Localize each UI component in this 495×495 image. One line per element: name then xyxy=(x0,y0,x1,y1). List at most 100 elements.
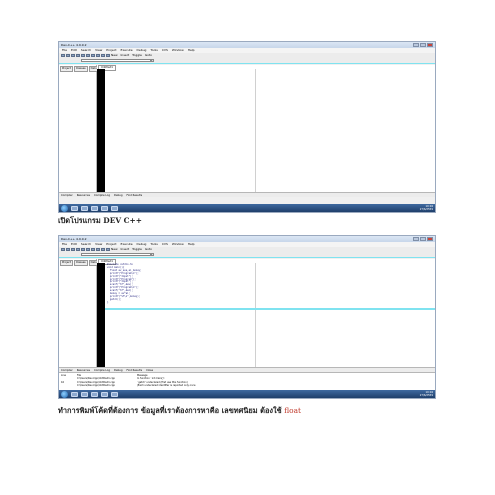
right-margin-line xyxy=(255,263,256,367)
menu-search[interactable]: Search xyxy=(81,242,91,247)
start-orb-icon[interactable] xyxy=(61,204,68,212)
devcpp-icon[interactable] xyxy=(111,205,118,211)
menu-file[interactable]: File xyxy=(62,48,67,53)
code-editor[interactable]: Untitled1 xyxy=(97,65,435,192)
menu-help[interactable]: Help xyxy=(188,48,195,53)
tab-find-results[interactable]: Find Results xyxy=(126,193,144,197)
windows-taskbar: 10:04 27/6/2559 xyxy=(59,390,435,398)
tab-debug-output[interactable]: Debug xyxy=(113,193,124,197)
compile-icon[interactable] xyxy=(91,53,95,58)
caption-open-devcpp: เปิดโปรแกรม DEV C++ xyxy=(58,216,142,225)
save-icon[interactable] xyxy=(71,247,75,252)
minimize-icon[interactable] xyxy=(413,237,419,241)
tab-project[interactable]: Project xyxy=(60,260,73,266)
class-combo[interactable] xyxy=(81,252,151,257)
toolbar-toggle[interactable]: Toggle xyxy=(132,53,142,58)
open-icon[interactable] xyxy=(66,53,70,58)
tab-compile-log[interactable]: Compile Log xyxy=(93,193,111,197)
print-icon[interactable] xyxy=(86,53,90,58)
save-all-icon[interactable] xyxy=(76,247,80,252)
maximize-icon[interactable] xyxy=(420,43,426,47)
side-tabs: Project Classes Debug xyxy=(59,65,102,73)
clock-date: 27/6/2559 xyxy=(419,208,433,211)
toolbar-insert[interactable]: Insert xyxy=(121,247,130,252)
side-tabs: Project Classes Debug xyxy=(59,259,102,267)
media-icon[interactable] xyxy=(91,391,98,397)
toolbar-insert[interactable]: Insert xyxy=(121,53,130,58)
tab-compiler[interactable]: Compiler xyxy=(60,193,74,197)
toolbar-new[interactable]: New xyxy=(111,53,118,58)
toolbar-toggle[interactable]: Toggle xyxy=(132,247,142,252)
minimize-icon[interactable] xyxy=(413,43,419,47)
tab-resources[interactable]: Resources xyxy=(76,193,91,197)
run-icon[interactable] xyxy=(96,53,100,58)
accent-divider xyxy=(59,63,435,64)
ie-icon[interactable] xyxy=(71,205,78,211)
caption-text: ทำการพิมพ์โค้ดที่ต้องการ ข้อมูลที่เราต้อ… xyxy=(58,406,282,415)
menu-cvs[interactable]: CVS xyxy=(162,48,168,53)
maximize-icon[interactable] xyxy=(420,237,426,241)
menu-window[interactable]: Window xyxy=(172,48,184,53)
save-icon[interactable] xyxy=(71,53,75,58)
tab-classes[interactable]: Classes xyxy=(73,260,88,266)
devcpp-icon[interactable] xyxy=(111,391,118,397)
code-line: } xyxy=(107,300,109,304)
new-file-icon[interactable] xyxy=(61,53,65,58)
app-icon[interactable] xyxy=(101,391,108,397)
open-icon[interactable] xyxy=(66,247,70,252)
menu-search[interactable]: Search xyxy=(81,48,91,53)
devcpp-screenshot-2: Dev-C++ 4.9.9.2 File Edit Search View Pr… xyxy=(58,235,436,399)
source-code: #include <stdio.h> void main(){ float av… xyxy=(107,263,142,305)
media-icon[interactable] xyxy=(91,205,98,211)
menu-window[interactable]: Window xyxy=(172,242,184,247)
compile-run-icon[interactable] xyxy=(101,247,105,252)
window-controls xyxy=(413,43,433,47)
tab-project[interactable]: Project xyxy=(60,66,73,72)
new-file-icon[interactable] xyxy=(61,247,65,252)
run-icon[interactable] xyxy=(96,247,100,252)
menu-help[interactable]: Help xyxy=(188,242,195,247)
close-icon[interactable] xyxy=(427,43,433,47)
start-orb-icon[interactable] xyxy=(61,390,68,398)
toolbar-goto[interactable]: Goto xyxy=(145,247,152,252)
windows-taskbar: 10:04 27/6/2559 xyxy=(59,204,435,212)
project-panel: Project Classes Debug xyxy=(59,259,102,367)
menu-edit[interactable]: Edit xyxy=(71,242,77,247)
taskbar-clock: 10:04 27/6/2559 xyxy=(420,205,433,211)
save-all-icon[interactable] xyxy=(76,53,80,58)
print-icon[interactable] xyxy=(86,247,90,252)
folder-icon[interactable] xyxy=(81,391,88,397)
workspace: Project Classes Debug Untitled1 #include… xyxy=(59,259,435,367)
toolbar-goto[interactable]: Goto xyxy=(145,53,152,58)
code-editor[interactable]: Untitled1 #include <stdio.h> void main()… xyxy=(97,259,435,367)
cell-line xyxy=(61,384,77,387)
folder-icon[interactable] xyxy=(81,205,88,211)
menu-view[interactable]: View xyxy=(95,242,102,247)
app-icon[interactable] xyxy=(101,205,108,211)
tab-classes[interactable]: Classes xyxy=(73,66,88,72)
error-line-highlight xyxy=(105,308,435,310)
line-gutter xyxy=(97,263,105,367)
ie-icon[interactable] xyxy=(71,391,78,397)
cell-file: C:\Users\Dev-Cpp\Untitled1.cpp xyxy=(77,384,115,388)
class-combo[interactable] xyxy=(81,58,151,63)
compile-icon[interactable] xyxy=(91,247,95,252)
right-margin-line xyxy=(255,69,256,192)
chevron-down-icon[interactable] xyxy=(151,58,154,63)
workspace: Project Classes Debug Untitled1 xyxy=(59,65,435,192)
menu-view[interactable]: View xyxy=(95,48,102,53)
close-icon[interactable] xyxy=(427,237,433,241)
close-file-icon[interactable] xyxy=(81,53,85,58)
rebuild-icon[interactable] xyxy=(106,247,110,252)
rebuild-icon[interactable] xyxy=(106,53,110,58)
menu-file[interactable]: File xyxy=(62,242,67,247)
table-row[interactable]: C:\Users\Dev-Cpp\Untitled1.cpp (Each und… xyxy=(61,384,433,387)
accent-divider xyxy=(59,257,435,258)
chevron-down-icon[interactable] xyxy=(151,252,154,257)
compile-run-icon[interactable] xyxy=(101,53,105,58)
menu-edit[interactable]: Edit xyxy=(71,48,77,53)
toolbar-new[interactable]: New xyxy=(111,247,118,252)
close-file-icon[interactable] xyxy=(81,247,85,252)
menu-cvs[interactable]: CVS xyxy=(162,242,168,247)
bottom-tabs: Compiler Resources Compile Log Debug Fin… xyxy=(59,192,435,197)
